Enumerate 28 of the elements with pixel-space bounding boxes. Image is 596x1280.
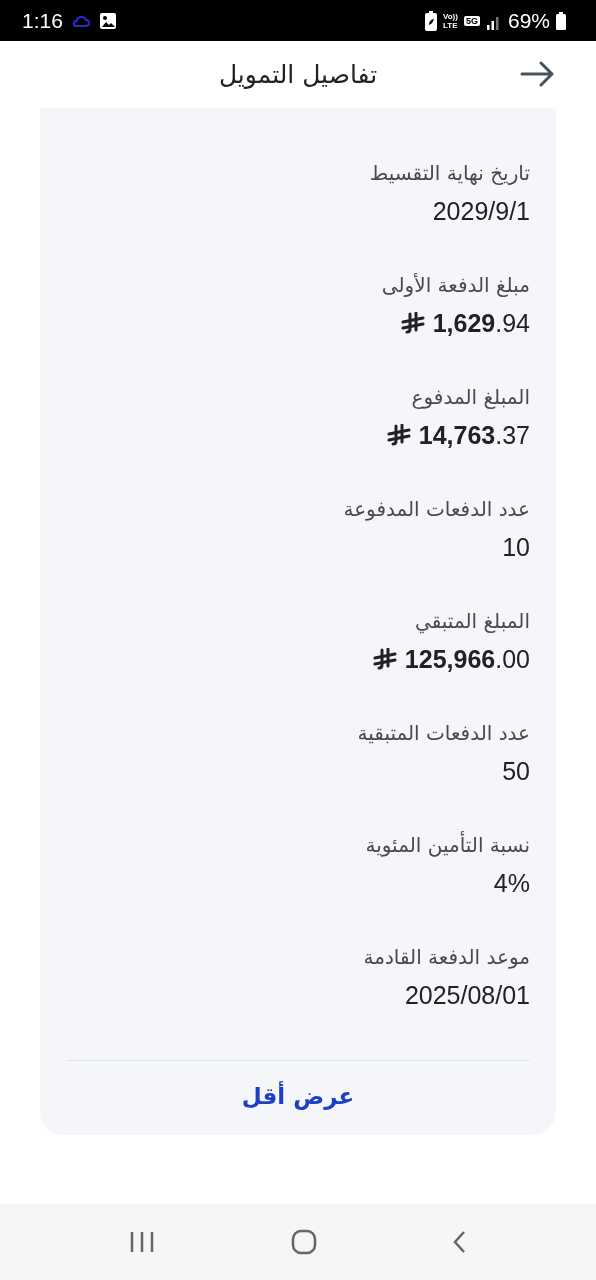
detail-value: 2029/9/1 (432, 196, 530, 227)
detail-value: 2025/08/01 (404, 980, 530, 1011)
image-icon (98, 11, 117, 30)
battery-level: 69% (507, 8, 550, 33)
detail-label: المبلغ المدفوع (410, 384, 530, 411)
detail-value: 10 (502, 532, 530, 563)
network-badge: 5G (463, 15, 480, 26)
battery-saver-icon (425, 10, 437, 31)
detail-value: 14,763.37 (418, 420, 530, 451)
show-less-link[interactable]: عرض أقل (233, 1075, 363, 1117)
detail-label: عدد الدفعات المتبقية (356, 720, 530, 747)
status-time: 1:16 (22, 8, 63, 33)
detail-value: 1,629.94 (432, 308, 530, 339)
detail-value: 125,966.00 (404, 644, 530, 675)
detail-value: 50 (502, 756, 530, 787)
detail-label: نسبة التأمين المئوية (364, 830, 530, 859)
detail-label: مبلغ الدفعة الأولى (380, 272, 530, 299)
home-icon[interactable] (291, 1229, 317, 1255)
detail-label: المبلغ المتبقي (414, 608, 530, 636)
back-button[interactable] (520, 61, 556, 87)
volte-indicator: Vo)) LTE (443, 11, 458, 30)
battery-icon (556, 11, 566, 30)
cloud-icon (71, 13, 90, 28)
detail-label: تاريخ نهاية التقسيط (368, 160, 530, 187)
page-title: تفاصيل التمويل (218, 60, 378, 89)
detail-label: موعد الدفعة القادمة (362, 944, 530, 971)
detail-label: عدد الدفعات المدفوعة (342, 496, 530, 523)
detail-value: 4% (493, 868, 530, 899)
